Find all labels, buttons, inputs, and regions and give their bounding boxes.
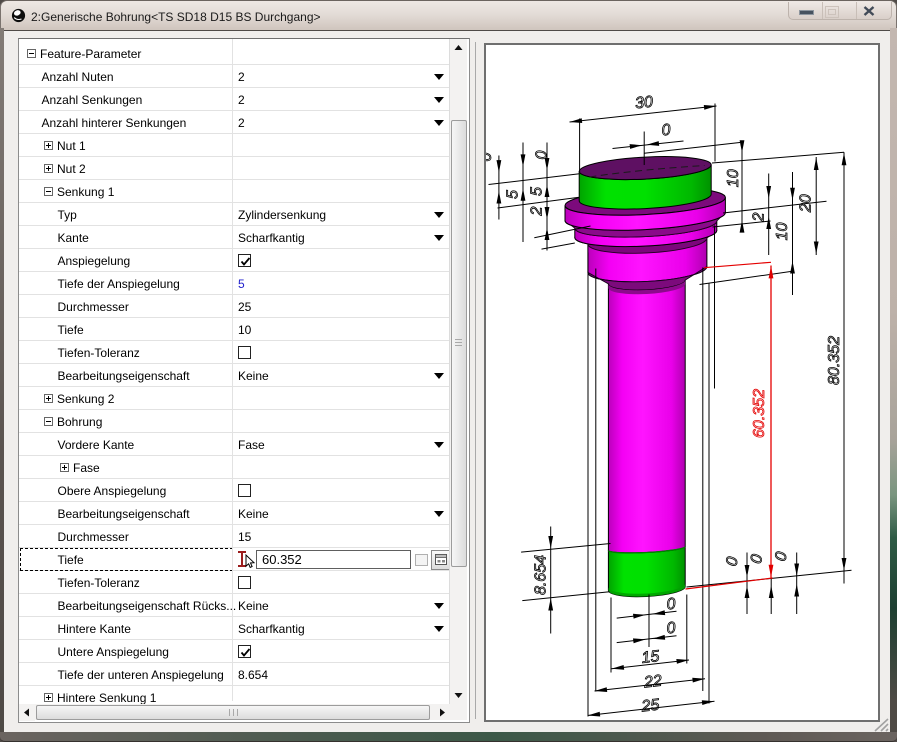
- svg-text:25: 25: [639, 696, 660, 715]
- svg-text:0: 0: [747, 552, 765, 564]
- svg-text:0: 0: [665, 619, 676, 637]
- svg-text:0: 0: [533, 150, 550, 159]
- svg-text:15: 15: [640, 648, 660, 667]
- svg-text:0: 0: [486, 152, 495, 161]
- svg-text:5: 5: [528, 186, 545, 195]
- svg-text:0: 0: [660, 121, 671, 139]
- svg-text:2: 2: [750, 212, 767, 222]
- svg-text:0: 0: [665, 595, 676, 613]
- svg-text:80.352: 80.352: [826, 335, 843, 384]
- svg-text:10: 10: [774, 222, 791, 240]
- svg-text:0: 0: [723, 555, 741, 567]
- svg-text:8.654: 8.654: [532, 554, 549, 594]
- svg-text:30: 30: [634, 93, 654, 112]
- svg-text:60.352: 60.352: [751, 388, 768, 437]
- svg-text:10: 10: [725, 169, 742, 187]
- svg-text:5: 5: [504, 189, 521, 198]
- svg-text:0: 0: [772, 550, 790, 562]
- svg-text:22: 22: [642, 672, 663, 691]
- svg-text:2: 2: [528, 206, 545, 216]
- svg-text:20: 20: [797, 194, 814, 213]
